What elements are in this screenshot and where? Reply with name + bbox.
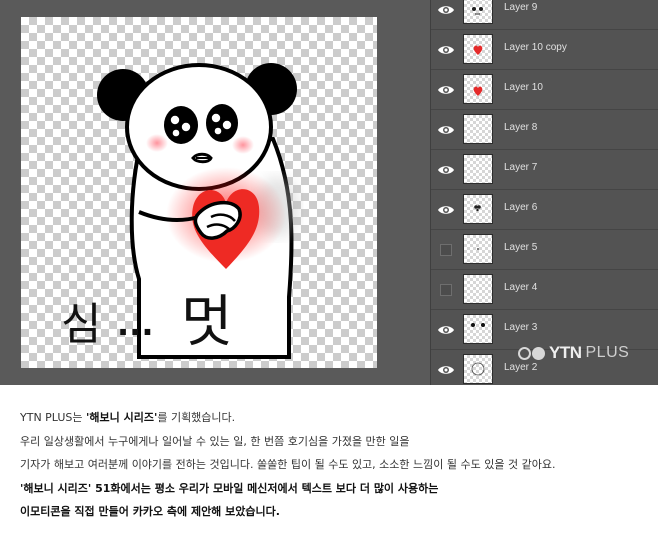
layer-thumbnail (463, 314, 493, 344)
panda-head (125, 63, 273, 191)
left-eye (164, 106, 198, 144)
visibility-eye-icon[interactable] (437, 1, 455, 19)
visibility-eye-icon[interactable] (437, 361, 455, 379)
article-bold: '해보니 시리즈' (86, 411, 158, 424)
article-text: 를 기획했습니다. (157, 411, 236, 424)
visibility-eye-icon[interactable] (437, 161, 455, 179)
right-eye (206, 104, 238, 142)
article-line: '해보니 시리즈' 51화에서는 평소 우리가 모바일 메신저에서 텍스트 보다… (20, 481, 439, 495)
article-line: 우리 일상생활에서 누구에게나 일어날 수 있는 일, 한 번쯤 호기심을 가졌… (20, 434, 410, 448)
layer-thumbnail (463, 234, 493, 264)
layer-name: Layer 10 copy (504, 42, 567, 53)
layers-panel: Layer 9 Layer 10 copy Layer 10 Layer 8 L… (430, 0, 658, 385)
layer-row[interactable]: Layer 10 (431, 70, 658, 110)
document-canvas[interactable]: 심 ... 멋 (21, 17, 377, 368)
layer-name: Layer 3 (504, 322, 538, 333)
article-line: 기자가 해보고 여러분께 이야기를 전하는 것입니다. 쏠쏠한 팁이 될 수도 … (20, 458, 556, 471)
article-text: YTN PLUS는 (20, 411, 87, 424)
left-cheek (146, 134, 168, 152)
visibility-toggle[interactable] (440, 244, 452, 256)
panda-drawing: 심 ... 멋 (61, 63, 299, 359)
caption-syllable-2: 멋 (181, 290, 233, 355)
layer-row[interactable]: Layer 8 (431, 110, 658, 150)
layer-name: Layer 10 (504, 82, 543, 93)
right-cheek (232, 136, 254, 154)
article-line: 이모티콘을 직접 만들어 카카오 측에 제안해 보았습니다. (20, 505, 280, 518)
layer-thumbnail (463, 114, 493, 144)
watermark-brand: YTN (549, 343, 582, 362)
layer-thumbnail (463, 194, 493, 224)
logo-ring-icon (518, 346, 531, 360)
layer-name: Layer 8 (504, 122, 538, 133)
article-body: YTN PLUS는 '해보니 시리즈'를 기획했습니다. 우리 일상생활에서 누… (20, 406, 640, 524)
caption-dots: ... (117, 305, 153, 343)
ytn-plus-watermark: YTN PLUS (518, 342, 629, 364)
layer-thumbnail (463, 34, 493, 64)
visibility-eye-icon[interactable] (437, 321, 455, 339)
canvas-area: 심 ... 멋 (0, 0, 430, 385)
layer-thumbnail (463, 0, 493, 24)
layer-row[interactable]: Layer 6 (431, 190, 658, 230)
visibility-toggle[interactable] (440, 284, 452, 296)
layer-thumbnail (463, 274, 493, 304)
layer-row[interactable]: Layer 5 (431, 230, 658, 270)
article-line: YTN PLUS는 '해보니 시리즈'를 기획했습니다. (20, 406, 640, 430)
layer-name: Layer 6 (504, 202, 538, 213)
layer-name: Layer 5 (504, 242, 538, 253)
layer-row[interactable]: Layer 4 (431, 270, 658, 310)
watermark-suffix: PLUS (585, 344, 630, 361)
layer-thumbnail (463, 154, 493, 184)
visibility-eye-icon[interactable] (437, 201, 455, 219)
layer-row[interactable]: Layer 7 (431, 150, 658, 190)
layer-name: Layer 7 (504, 162, 538, 173)
layer-row[interactable]: Layer 9 (431, 0, 658, 30)
logo-dot-icon (532, 346, 545, 360)
visibility-eye-icon[interactable] (437, 41, 455, 59)
layer-thumbnail (463, 354, 493, 384)
photoshop-screen: 심 ... 멋 Layer 9 Layer 10 copy Layer 10 L… (0, 0, 658, 385)
layer-thumbnail (463, 74, 493, 104)
layer-name: Layer 9 (504, 2, 538, 13)
visibility-eye-icon[interactable] (437, 81, 455, 99)
visibility-eye-icon[interactable] (437, 121, 455, 139)
layer-name: Layer 4 (504, 282, 538, 293)
caption-syllable-1: 심 (61, 299, 101, 350)
layer-row[interactable]: Layer 10 copy (431, 30, 658, 70)
